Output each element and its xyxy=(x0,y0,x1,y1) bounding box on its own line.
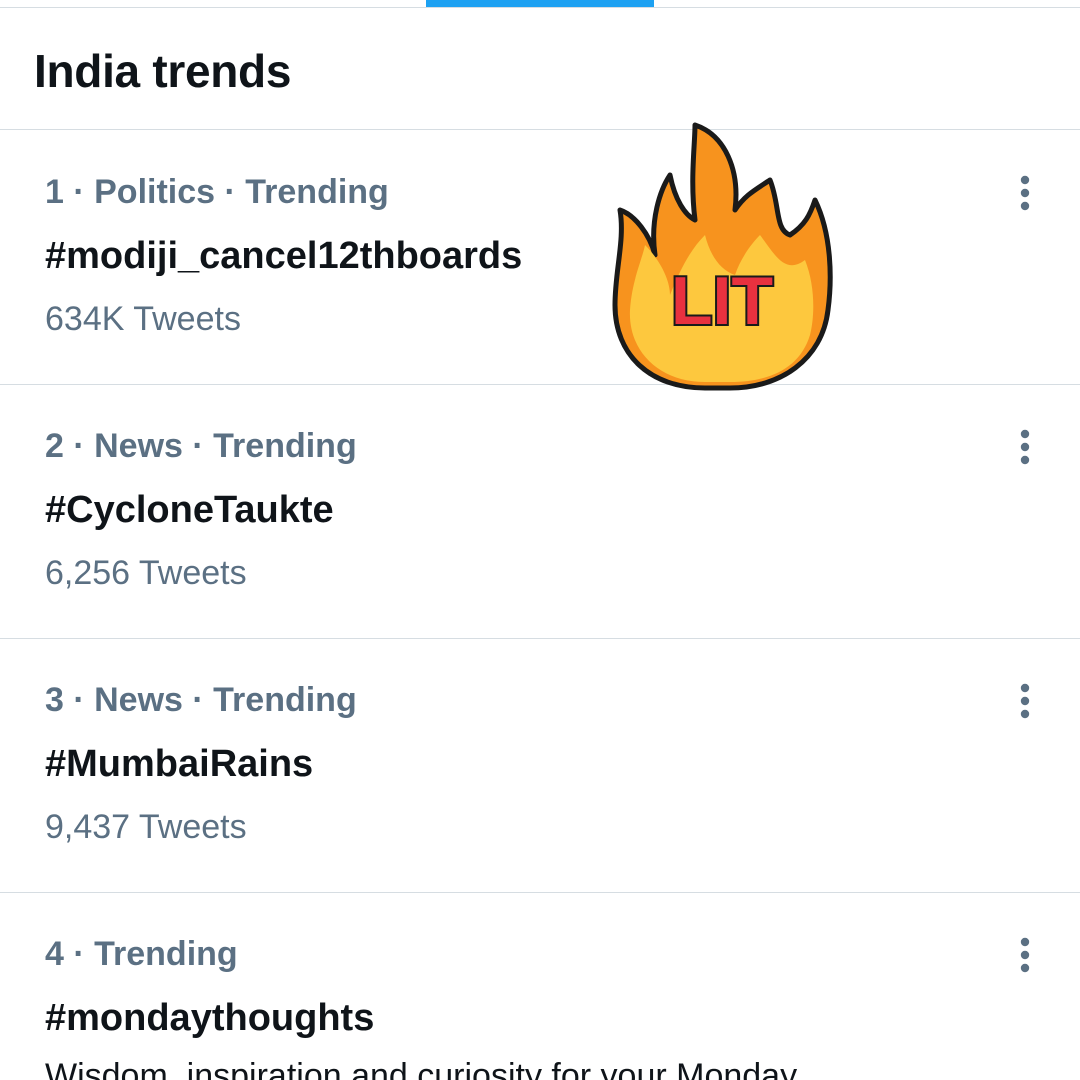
more-options-button[interactable] xyxy=(1010,681,1040,721)
trends-page: India trends 1 · Politics · Trending #mo… xyxy=(0,0,1080,1080)
trend-context: 3 · News · Trending xyxy=(45,681,357,719)
fire-icon: LIT xyxy=(612,122,833,391)
trend-context: 4 · Trending xyxy=(45,935,238,973)
trend-item-1[interactable]: 1 · Politics · Trending #modiji_cancel12… xyxy=(0,131,1080,385)
more-options-button[interactable] xyxy=(1010,427,1040,467)
trend-tweet-count: 9,437 Tweets xyxy=(45,808,247,846)
trend-tweet-count: 6,256 Tweets xyxy=(45,554,247,592)
trend-hashtag: #MumbaiRains xyxy=(45,743,314,785)
trend-item-4[interactable]: 4 · Trending #mondaythoughts Wisdom, ins… xyxy=(0,893,1080,1080)
trends-header: India trends xyxy=(0,8,1080,130)
sticker-text: LIT xyxy=(671,263,773,339)
more-vertical-icon xyxy=(1020,937,1030,973)
more-vertical-icon xyxy=(1020,429,1030,465)
trend-context: 1 · Politics · Trending xyxy=(45,173,389,211)
trend-hashtag: #CycloneTaukte xyxy=(45,489,334,531)
trend-item-3[interactable]: 3 · News · Trending #MumbaiRains 9,437 T… xyxy=(0,639,1080,893)
trend-description: Wisdom, inspiration and curiosity for yo… xyxy=(45,1057,798,1080)
trend-item-2[interactable]: 2 · News · Trending #CycloneTaukte 6,256… xyxy=(0,385,1080,639)
trend-tweet-count: 634K Tweets xyxy=(45,300,241,338)
trend-hashtag: #mondaythoughts xyxy=(45,997,375,1039)
trend-context: 2 · News · Trending xyxy=(45,427,357,465)
more-options-button[interactable] xyxy=(1010,173,1040,213)
page-title: India trends xyxy=(34,45,292,97)
more-vertical-icon xyxy=(1020,683,1030,719)
more-vertical-icon xyxy=(1020,175,1030,211)
trend-hashtag: #modiji_cancel12thboards xyxy=(45,235,523,277)
more-options-button[interactable] xyxy=(1010,935,1040,975)
